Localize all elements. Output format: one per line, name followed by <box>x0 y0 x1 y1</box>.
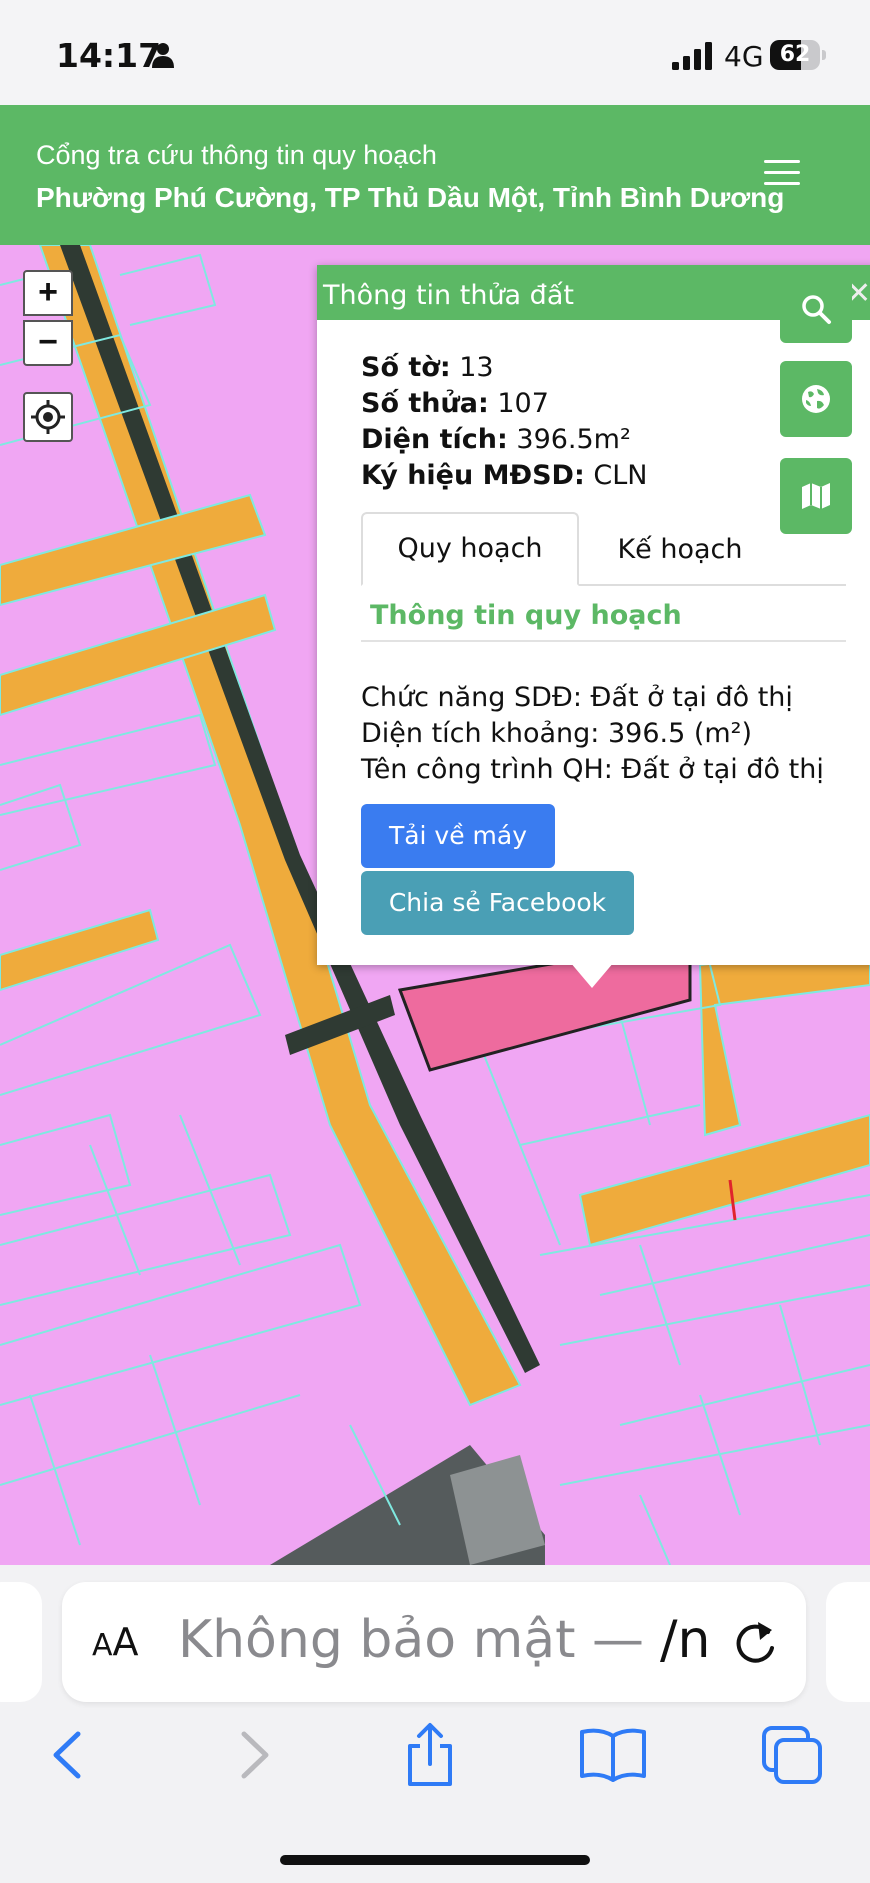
hamburger-menu-icon[interactable] <box>764 160 800 190</box>
header-subtitle: Cổng tra cứu thông tin quy hoạch <box>36 140 437 170</box>
detail-line: Chức năng SDĐ: Đất ở tại đô thị <box>361 682 793 713</box>
app-header <box>0 105 870 245</box>
reload-icon[interactable] <box>732 1618 778 1668</box>
so-to-row: Số tờ: 13 <box>361 352 494 383</box>
zoom-in-button[interactable]: + <box>23 270 73 316</box>
share-facebook-button[interactable]: Chia sẻ Facebook <box>361 871 634 935</box>
popup-title: Thông tin thửa đất <box>323 280 574 311</box>
search-button[interactable] <box>780 265 852 343</box>
ky-hieu-row: Ký hiệu MĐSD: CLN <box>361 460 647 491</box>
signal-icon <box>672 42 712 70</box>
network-type: 4G <box>724 40 764 73</box>
battery-icon: 62 <box>770 40 826 70</box>
url-text[interactable]: Không bảo mật — <box>178 1610 706 1672</box>
status-time: 14:17 <box>56 36 162 75</box>
tab-ke-hoach[interactable]: Kế hoạch <box>590 512 770 584</box>
dien-tich-label: Diện tích: <box>361 424 508 455</box>
globe-button[interactable] <box>780 361 852 437</box>
dien-tich-value: 396.5m² <box>516 424 631 455</box>
tabs-icon[interactable] <box>760 1722 826 1788</box>
tab-quy-hoach[interactable]: Quy hoạch <box>361 512 579 586</box>
locate-button[interactable] <box>23 392 73 442</box>
popup-pointer <box>570 962 614 988</box>
url-tail: /n <box>660 1610 711 1670</box>
crosshair-icon <box>31 400 65 434</box>
forward-arrow-icon[interactable] <box>222 1722 282 1788</box>
detail-line: Diện tích khoảng: 396.5 (m²) <box>361 718 753 749</box>
so-thua-value: 107 <box>497 388 549 419</box>
section-divider <box>361 640 846 642</box>
ky-hieu-label: Ký hiệu MĐSD: <box>361 460 585 491</box>
detail-line: Tên công trình QH: Đất ở tại đô thị <box>361 754 824 785</box>
so-thua-row: Số thửa: 107 <box>361 388 549 419</box>
map-icon <box>802 483 830 509</box>
so-to-label: Số tờ: <box>361 352 451 383</box>
home-indicator <box>280 1855 590 1865</box>
share-icon[interactable] <box>400 1722 460 1788</box>
map-layer-button[interactable] <box>780 458 852 534</box>
header-title: Phường Phú Cường, TP Thủ Dầu Một, Tỉnh B… <box>36 182 785 213</box>
so-to-value: 13 <box>459 352 494 383</box>
zoom-out-button[interactable]: − <box>23 320 73 366</box>
globe-icon <box>802 385 830 413</box>
search-icon <box>802 295 831 324</box>
bookmarks-icon[interactable] <box>578 1722 648 1788</box>
person-icon <box>152 43 174 68</box>
reader-options-button[interactable]: AA <box>92 1620 139 1664</box>
previous-tab-preview[interactable] <box>0 1582 42 1702</box>
next-tab-preview[interactable] <box>826 1582 870 1702</box>
ky-hieu-value: CLN <box>593 460 648 491</box>
battery-percent: 62 <box>779 42 811 67</box>
download-button[interactable]: Tải về máy <box>361 804 555 868</box>
dien-tich-row: Diện tích: 396.5m² <box>361 424 631 455</box>
section-title: Thông tin quy hoạch <box>370 600 682 631</box>
so-thua-label: Số thửa: <box>361 388 489 419</box>
back-arrow-icon[interactable] <box>40 1722 100 1788</box>
